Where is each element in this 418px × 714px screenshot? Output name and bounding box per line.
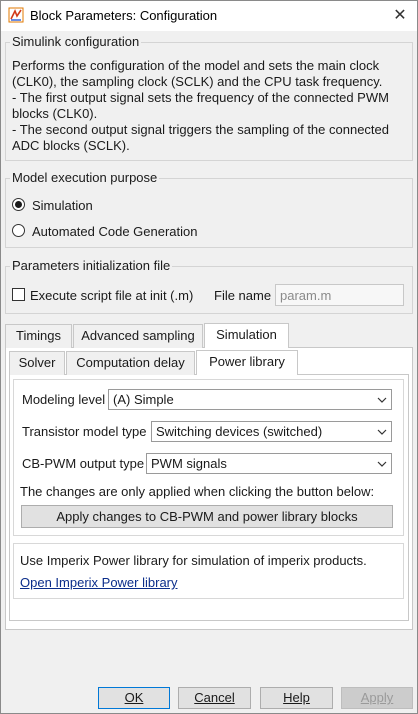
modeling-level-dropdown[interactable]: (A) Simple (108, 389, 392, 410)
code-generation-radio-label[interactable]: Automated Code Generation (32, 224, 198, 239)
tab-timings[interactable]: Timings (5, 324, 72, 348)
close-icon: ✕ (393, 7, 407, 24)
params-init-title: Parameters initialization file (10, 258, 173, 273)
execute-script-checkbox[interactable] (12, 288, 25, 301)
window-title: Block Parameters: Configuration (30, 8, 218, 23)
chevron-down-icon (377, 461, 387, 467)
power-library-info-panel (13, 543, 404, 599)
simulation-radio[interactable] (12, 198, 25, 211)
power-library-info-text: Use Imperix Power library for simulation… (20, 553, 367, 568)
apply-button-label: Apply (360, 690, 394, 705)
cancel-button-label: Cancel (194, 690, 235, 705)
apply-note: The changes are only applied when clicki… (20, 484, 375, 499)
file-name-label: File name (214, 288, 272, 303)
apply-power-library-button[interactable]: Apply changes to CB-PWM and power librar… (21, 505, 393, 528)
help-button-label: Help (283, 690, 310, 705)
apply-button[interactable]: Apply (341, 687, 413, 709)
description-line: - The first output signal sets the frequ… (12, 90, 389, 105)
tab-power-library[interactable]: Power library (196, 350, 298, 375)
ok-button-label: OK (124, 690, 144, 705)
open-power-library-link[interactable]: Open Imperix Power library (20, 575, 178, 590)
tab-advanced-sampling[interactable]: Advanced sampling (73, 324, 203, 348)
description-line: blocks (CLK0). (12, 106, 98, 121)
chevron-down-icon (377, 397, 387, 403)
modeling-level-label: Modeling level (22, 392, 106, 407)
code-generation-radio[interactable] (12, 224, 25, 237)
tab-solver[interactable]: Solver (9, 351, 65, 375)
transistor-model-value: Switching devices (switched) (156, 424, 323, 439)
description-line: - The second output signal triggers the … (12, 122, 389, 137)
transistor-model-label: Transistor model type (22, 424, 147, 439)
description-line: ADC blocks (SCLK). (12, 138, 130, 153)
ok-button[interactable]: OK (98, 687, 170, 709)
transistor-model-dropdown[interactable]: Switching devices (switched) (151, 421, 392, 442)
tab-simulation[interactable]: Simulation (204, 323, 289, 348)
description-line: Performs the configuration of the model … (12, 58, 380, 73)
help-button[interactable]: Help (260, 687, 333, 709)
description-line: (CLK0), the sampling clock (SCLK) and th… (12, 74, 383, 89)
execute-script-label[interactable]: Execute script file at init (.m) (30, 288, 193, 303)
chevron-down-icon (377, 429, 387, 435)
execution-purpose-title: Model execution purpose (10, 170, 160, 185)
tab-computation-delay[interactable]: Computation delay (66, 351, 195, 375)
cbpwm-output-value: PWM signals (151, 456, 227, 471)
simulink-block-icon (8, 7, 24, 23)
cbpwm-output-dropdown[interactable]: PWM signals (146, 453, 392, 474)
simulation-radio-label[interactable]: Simulation (32, 198, 93, 213)
cbpwm-output-label: CB-PWM output type (22, 456, 145, 471)
modeling-level-value: (A) Simple (113, 392, 174, 407)
cancel-button[interactable]: Cancel (178, 687, 251, 709)
file-name-field[interactable]: param.m (275, 284, 404, 306)
simulink-configuration-title: Simulink configuration (10, 34, 142, 49)
close-button[interactable]: ✕ (384, 1, 416, 30)
configuration-description: Performs the configuration of the model … (12, 58, 408, 154)
